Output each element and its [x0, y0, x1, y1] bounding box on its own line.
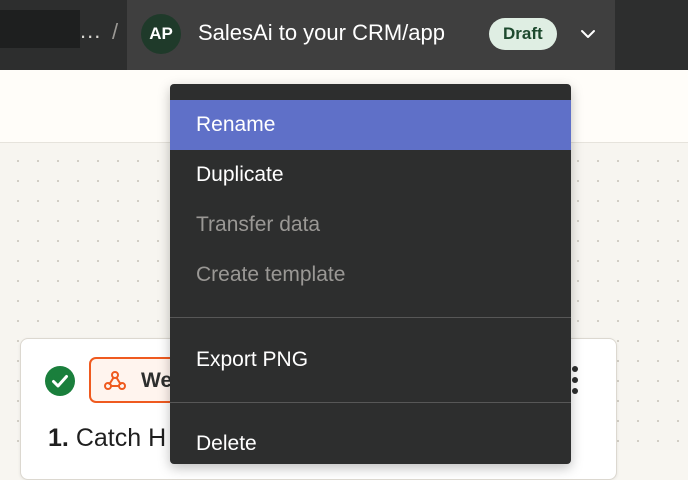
zap-title[interactable]: SalesAi to your CRM/app: [198, 20, 445, 46]
step-title-text: Catch H: [75, 424, 167, 452]
menu-item-transfer-data: Transfer data: [196, 213, 321, 236]
check-circle-icon: [45, 366, 75, 396]
step-title: 1. Catch H: [48, 424, 166, 453]
redacted-breadcrumb-block: [0, 10, 80, 48]
breadcrumb-ellipsis[interactable]: ...: [80, 18, 101, 44]
app-chip-label: We: [141, 369, 173, 392]
menu-item-duplicate[interactable]: Duplicate: [170, 150, 571, 200]
menu-item-rename[interactable]: Rename: [170, 100, 571, 150]
menu-divider: [170, 317, 571, 318]
status-badge: Draft: [489, 18, 557, 50]
menu-divider: [170, 402, 571, 403]
chevron-down-icon[interactable]: [577, 23, 599, 45]
breadcrumb-separator: /: [112, 19, 119, 44]
menu-item-create-template: Create template: [196, 263, 346, 286]
step-number: 1.: [48, 424, 69, 452]
zap-actions-menu: Rename Duplicate Transfer data Create te…: [170, 84, 571, 464]
top-bar: ... / AP SalesAi to your CRM/app Draft: [0, 0, 688, 70]
avatar: AP: [141, 14, 181, 54]
menu-item-delete[interactable]: Delete: [170, 419, 571, 464]
menu-item-export-png[interactable]: Export PNG: [170, 335, 571, 385]
webhook-icon: [104, 371, 126, 390]
